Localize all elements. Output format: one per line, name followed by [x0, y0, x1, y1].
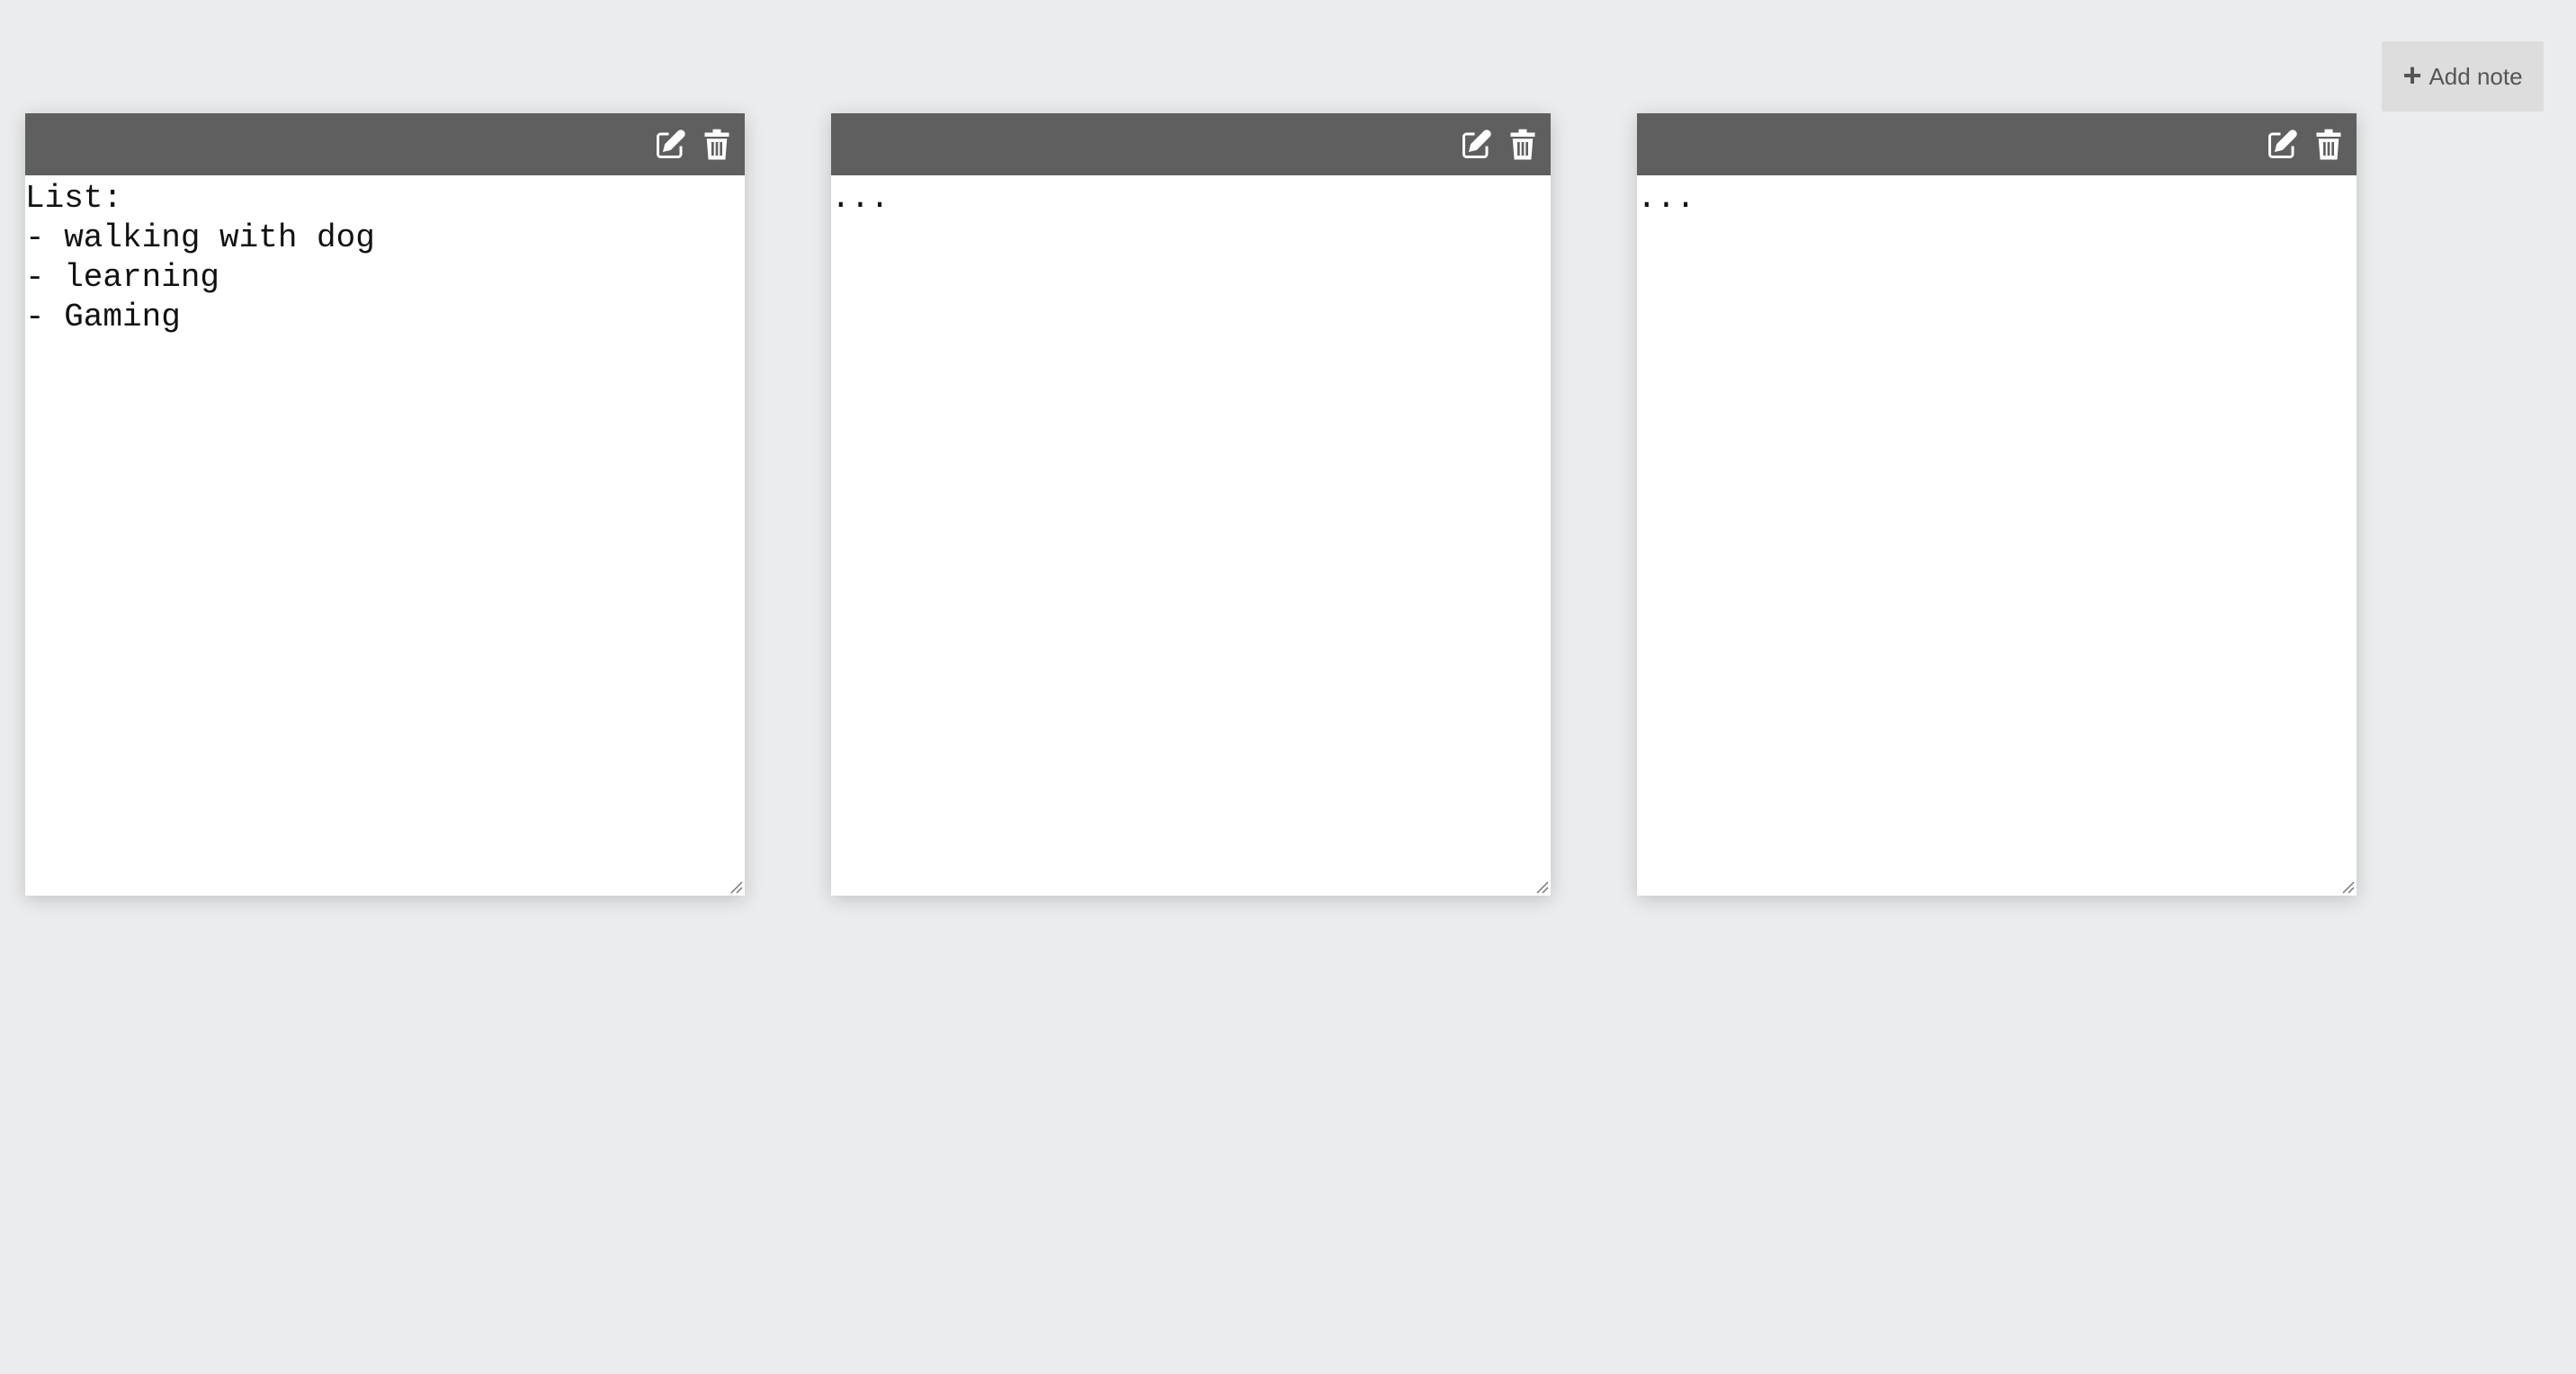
note-toolbar	[831, 113, 1551, 175]
note-text[interactable]: List: - walking with dog - learning - Ga…	[25, 175, 745, 896]
trash-icon[interactable]	[1506, 128, 1540, 162]
resize-handle-icon[interactable]	[2340, 879, 2355, 894]
note-toolbar	[25, 113, 745, 175]
edit-icon[interactable]	[2265, 128, 2299, 162]
note-toolbar	[1637, 113, 2357, 175]
edit-icon[interactable]	[1459, 128, 1493, 162]
note-text[interactable]: ...	[831, 175, 1551, 896]
trash-icon[interactable]	[700, 128, 734, 162]
note-card: ...	[1637, 113, 2357, 896]
resize-handle-icon[interactable]	[1534, 879, 1549, 894]
note-text[interactable]: ...	[1637, 175, 2357, 896]
add-note-button[interactable]: + Add note	[2382, 41, 2544, 112]
edit-icon[interactable]	[653, 128, 687, 162]
trash-icon[interactable]	[2312, 128, 2346, 162]
resize-handle-icon[interactable]	[729, 879, 743, 894]
add-note-label: Add note	[2428, 62, 2523, 90]
note-card: List: - walking with dog - learning - Ga…	[25, 113, 745, 896]
plus-icon: +	[2402, 56, 2422, 94]
note-card: ...	[831, 113, 1551, 896]
